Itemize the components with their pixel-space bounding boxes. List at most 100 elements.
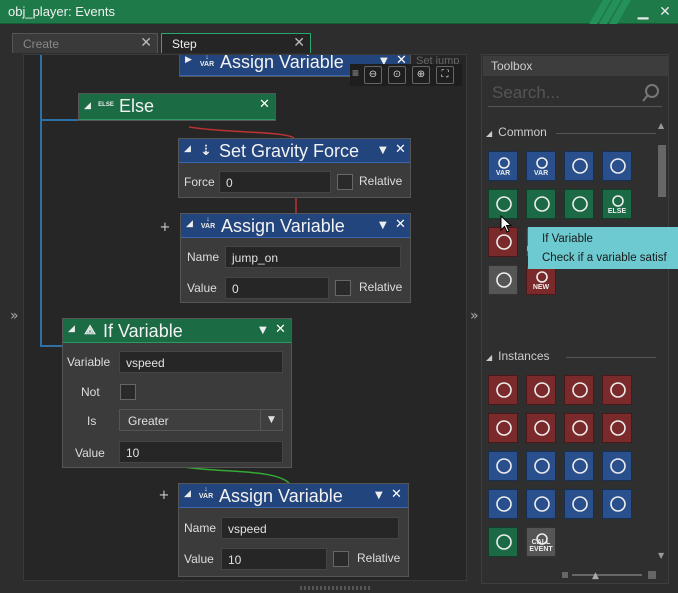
dropdown-icon[interactable]: ▼: [259, 325, 267, 336]
collapse-icon[interactable]: ◢: [68, 324, 75, 334]
relative-checkbox[interactable]: [333, 551, 349, 567]
toolbox-tool[interactable]: [602, 451, 632, 481]
toolbox-search-input[interactable]: Search...: [488, 83, 662, 107]
toolbox-tool[interactable]: VAR: [488, 151, 518, 181]
tool-icon: [610, 458, 626, 474]
action-else[interactable]: ◢ ELSE Else ✕: [78, 93, 276, 121]
delete-icon[interactable]: ✕: [395, 217, 406, 232]
value-input[interactable]: 0: [225, 277, 329, 299]
scroll-thumb[interactable]: [658, 145, 666, 197]
value-input[interactable]: 10: [119, 441, 283, 463]
toolbox-tool[interactable]: [488, 527, 518, 557]
collapse-icon[interactable]: ◢: [84, 101, 91, 111]
zoom-in-icon[interactable]: ⊕: [412, 66, 430, 84]
toolbox-tool[interactable]: ELSE: [602, 189, 632, 219]
close-icon[interactable]: ✕: [656, 3, 674, 21]
action-assign-variable-vspeed[interactable]: ◢ ↓ VAR Assign Variable ▼ ✕ Name vspeed V…: [178, 483, 409, 577]
minimize-icon[interactable]: ▁: [634, 3, 652, 21]
name-input[interactable]: jump_on: [225, 246, 401, 268]
action-header: ◢ ⇣ Set Gravity Force ▼ ✕: [179, 139, 410, 163]
tab-create[interactable]: Create ✕: [12, 33, 158, 53]
value-label: Value: [184, 552, 214, 566]
toolbox-tool[interactable]: [488, 375, 518, 405]
toolbox-tool[interactable]: [564, 375, 594, 405]
collapse-icon[interactable]: ◢: [184, 489, 191, 499]
gravity-icon: ⇣: [200, 142, 212, 158]
toolbox-tool[interactable]: [602, 151, 632, 181]
toolbox-scrollbar[interactable]: ▲ ▼: [657, 121, 667, 561]
expand-left-icon[interactable]: »: [10, 308, 19, 324]
toolbox-zoom-slider[interactable]: ▲: [562, 569, 662, 581]
toolbox-tool[interactable]: [564, 489, 594, 519]
collapse-icon[interactable]: ◢: [186, 219, 193, 229]
action-assign-variable-jump[interactable]: ◢ ↓ VAR Assign Variable ▼ ✕ Name jump_on …: [180, 213, 411, 303]
add-action-icon[interactable]: +: [158, 221, 172, 235]
add-action-icon[interactable]: +: [157, 489, 171, 503]
action-if-variable[interactable]: ◢ ⟁ If Variable ▼ ✕ Variable vspeed Not …: [62, 318, 292, 468]
dropdown-icon[interactable]: ▼: [375, 490, 383, 501]
toolbox-tool[interactable]: NEW: [526, 265, 556, 295]
toolbox-tool[interactable]: [526, 189, 556, 219]
expand-right-icon[interactable]: »: [470, 308, 479, 324]
section-common[interactable]: ◢ Common: [486, 125, 656, 143]
section-instances[interactable]: ◢ Instances: [486, 349, 656, 367]
search-icon[interactable]: [642, 83, 660, 103]
tool-icon: [610, 158, 626, 174]
comparison-value: Greater: [128, 414, 169, 428]
tool-icon: [496, 382, 512, 398]
toolbox-tool[interactable]: [564, 189, 594, 219]
action-set-gravity-force[interactable]: ◢ ⇣ Set Gravity Force ▼ ✕ Force 0 Relati…: [178, 138, 411, 198]
tool-icon: [496, 420, 512, 436]
grip-icon: ≡: [352, 66, 360, 80]
toolbox-tool[interactable]: [564, 151, 594, 181]
tool-icon: [496, 272, 512, 288]
name-input[interactable]: vspeed: [221, 517, 399, 539]
toolbox-tool[interactable]: [526, 451, 556, 481]
toolbox-tool[interactable]: [526, 489, 556, 519]
dropdown-icon[interactable]: ▼: [379, 145, 387, 156]
zoom-reset-icon[interactable]: ⊙: [388, 66, 406, 84]
variable-input[interactable]: vspeed: [119, 351, 283, 373]
divider: [566, 357, 656, 358]
toolbox-tool[interactable]: [602, 375, 632, 405]
toolbox-tool[interactable]: [602, 413, 632, 443]
toolbox-tool[interactable]: [526, 375, 556, 405]
relative-checkbox[interactable]: [337, 174, 353, 190]
toolbox-tool[interactable]: [564, 413, 594, 443]
force-input[interactable]: 0: [219, 171, 331, 193]
delete-icon[interactable]: ✕: [259, 97, 270, 112]
resize-grip[interactable]: [300, 586, 370, 590]
toolbox-tool[interactable]: [602, 489, 632, 519]
delete-icon[interactable]: ✕: [395, 142, 406, 157]
toolbox-tool[interactable]: [526, 413, 556, 443]
toolbox-tool[interactable]: [564, 451, 594, 481]
tool-icon: [496, 196, 512, 212]
zoom-out-icon[interactable]: ⊖: [364, 66, 382, 84]
tool-icon: [536, 271, 548, 283]
scroll-down-icon[interactable]: ▼: [658, 551, 664, 560]
expand-icon[interactable]: ▶: [185, 55, 192, 65]
slider-handle[interactable]: ▲: [592, 571, 599, 581]
relative-checkbox[interactable]: [335, 280, 351, 296]
event-canvas[interactable]: ▶ ↓ VAR Assign Variable ▼ ✕ Set jump ◢ EL…: [23, 54, 467, 581]
close-icon[interactable]: ✕: [293, 35, 305, 51]
collapse-icon[interactable]: ◢: [184, 144, 191, 154]
close-icon[interactable]: ✕: [140, 35, 152, 51]
value-input[interactable]: 10: [221, 548, 327, 570]
not-checkbox[interactable]: [120, 384, 136, 400]
delete-icon[interactable]: ✕: [275, 322, 286, 337]
tooltip-description: Check if a variable satisf: [542, 252, 667, 264]
toolbox-tool[interactable]: [488, 489, 518, 519]
toolbox-tool[interactable]: [488, 451, 518, 481]
dropdown-icon[interactable]: ▼: [379, 220, 387, 231]
delete-icon[interactable]: ✕: [391, 487, 402, 502]
toolbox-tool[interactable]: VAR: [526, 151, 556, 181]
toolbox-tool[interactable]: [488, 265, 518, 295]
scroll-up-icon[interactable]: ▲: [658, 121, 664, 130]
var-icon: ↓ VAR: [198, 486, 214, 500]
toolbox-tool[interactable]: CALL EVENT: [526, 527, 556, 557]
toolbox-tool[interactable]: [488, 413, 518, 443]
comparison-select[interactable]: Greater ▼: [119, 409, 283, 431]
fit-screen-icon[interactable]: ⛶: [436, 66, 454, 84]
tab-step[interactable]: Step ✕: [161, 33, 311, 53]
